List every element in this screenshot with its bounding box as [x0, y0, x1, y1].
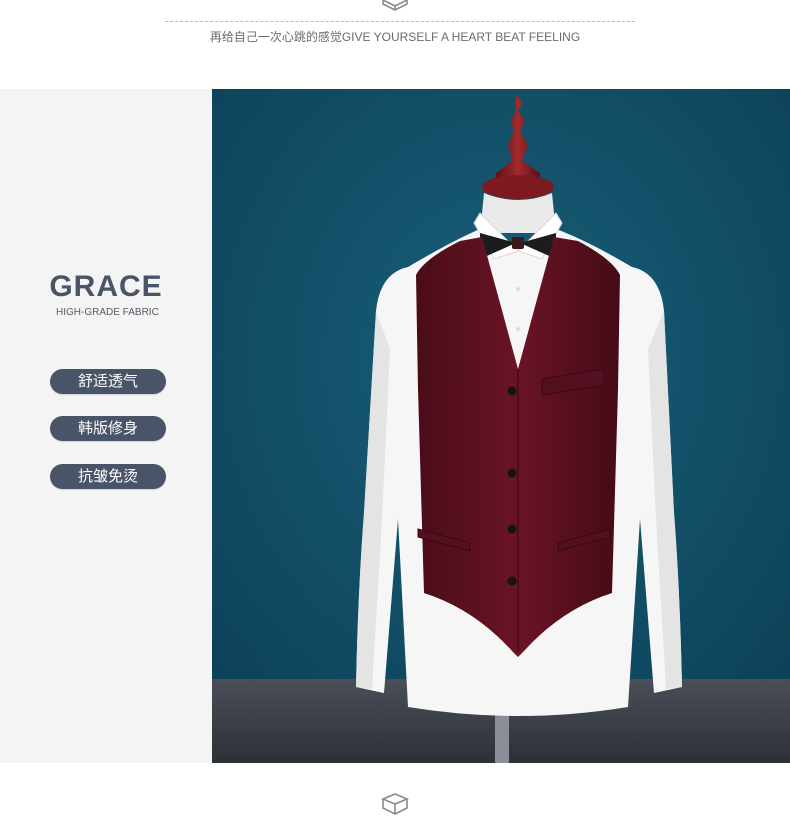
vest-on-mannequin-illustration — [212, 89, 790, 763]
product-photo — [212, 89, 790, 763]
feature-badge-slim-fit: 韩版修身 — [50, 416, 166, 441]
brand-title: GRACE — [49, 270, 163, 303]
feature-badge-wrinkle-free: 抗皱免烫 — [50, 464, 166, 489]
box-icon — [382, 0, 408, 11]
header-divider — [165, 21, 635, 22]
feature-badge-breathable: 舒适透气 — [50, 369, 166, 394]
page-header: 再给自己一次心跳的感觉GIVE YOURSELF A HEART BEAT FE… — [0, 0, 790, 89]
page-footer — [0, 763, 790, 816]
box-icon — [380, 793, 410, 815]
brand-subtitle: HIGH-GRADE FABRIC — [56, 307, 159, 318]
header-slogan: 再给自己一次心跳的感觉GIVE YOURSELF A HEART BEAT FE… — [209, 30, 581, 44]
